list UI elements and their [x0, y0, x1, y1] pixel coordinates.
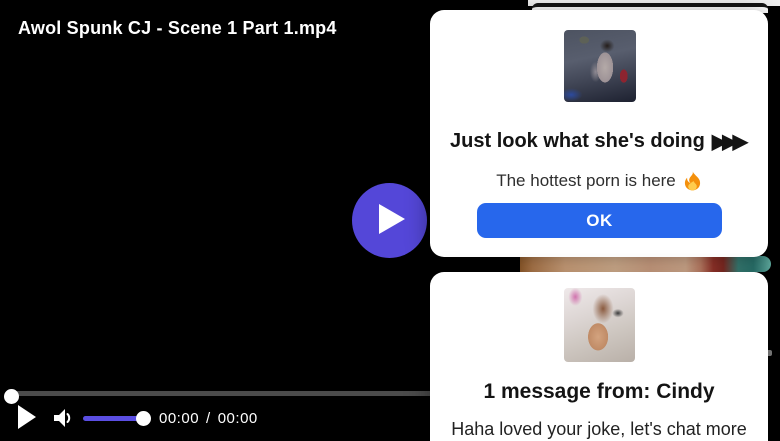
offer-subline: The hottest porn is here	[430, 170, 768, 191]
message-body: Haha loved your joke, let's chat more	[430, 419, 768, 440]
speaker-low-icon	[51, 417, 73, 432]
play-icon	[18, 417, 36, 432]
offer-headline: Just look what she's doing ▶▶▶	[430, 130, 768, 153]
page: Awol Spunk CJ - Scene 1 Part 1.mp4 00:00…	[0, 0, 780, 441]
fire-icon	[683, 170, 702, 191]
webcam-couple-thumbnail[interactable]	[564, 30, 636, 102]
mirror-selfie-thumbnail[interactable]	[564, 288, 635, 362]
volume-button[interactable]	[50, 407, 73, 430]
play-button[interactable]	[17, 405, 37, 431]
volume-thumb[interactable]	[136, 411, 151, 426]
offer-subline-text: The hottest porn is here	[496, 171, 676, 191]
triple-arrow-icon: ▶▶▶	[712, 132, 748, 152]
offer-popup: Just look what she's doing ▶▶▶ The hotte…	[430, 10, 768, 257]
duration: 00:00	[218, 410, 258, 427]
play-icon	[375, 204, 405, 237]
video-title: Awol Spunk CJ - Scene 1 Part 1.mp4	[18, 18, 337, 39]
time-display: 00:00 / 00:00	[159, 410, 258, 427]
message-popup[interactable]: 1 message from: Cindy Haha loved your jo…	[430, 272, 768, 441]
offer-headline-text: Just look what she's doing	[450, 130, 705, 153]
message-headline: 1 message from: Cindy	[430, 380, 768, 404]
ad-photo-strip[interactable]	[520, 256, 771, 272]
seek-thumb[interactable]	[4, 389, 19, 404]
big-play-button[interactable]	[352, 183, 427, 258]
current-time: 00:00	[159, 410, 199, 427]
time-separator: /	[206, 410, 211, 427]
ok-button[interactable]: OK	[477, 203, 722, 238]
